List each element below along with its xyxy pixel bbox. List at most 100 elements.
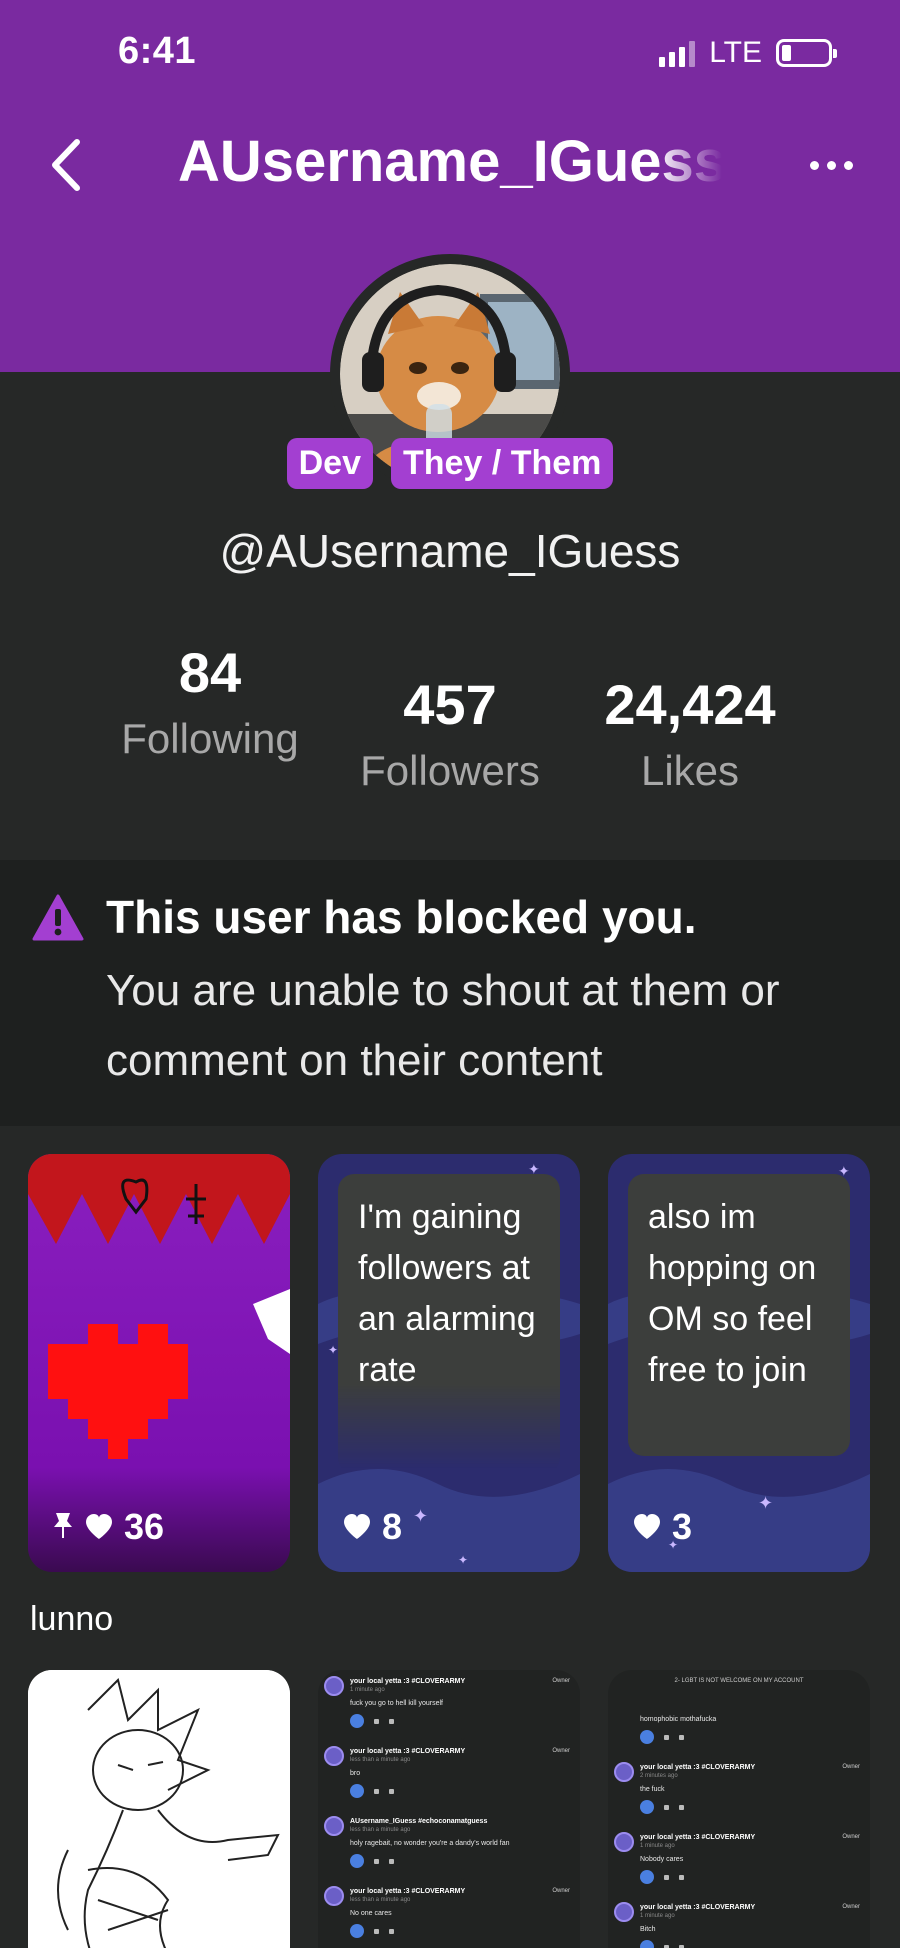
following-label: Following xyxy=(121,715,299,762)
chat-row: AUsername_IGuess #echoconamatguess less t… xyxy=(318,1816,580,1886)
chat-username: your local yetta :3 #CLOVERARMY xyxy=(640,1764,756,1771)
shout-text: I'm gaining followers at an alarming rat… xyxy=(358,1198,536,1389)
chat-row: homophobic mothafucka xyxy=(608,1692,870,1762)
followers-label: Followers xyxy=(360,747,540,794)
share-icon xyxy=(679,1734,684,1740)
chat-owner-tag: Owner xyxy=(842,1834,860,1840)
network-type: LTE xyxy=(709,36,762,69)
chat-username: AUsername_IGuess #echoconamatguess xyxy=(350,1818,488,1825)
following-count: 84 xyxy=(178,641,242,704)
chat-avatar xyxy=(324,1746,344,1766)
post-tile-sketch[interactable] xyxy=(28,1670,290,1948)
svg-text:✦: ✦ xyxy=(328,1343,338,1357)
chat-owner-tag: Owner xyxy=(842,1904,860,1910)
status-indicators: LTE xyxy=(659,36,837,70)
chat-username: your local yetta :3 #CLOVERARMY xyxy=(640,1834,756,1841)
chat-actions xyxy=(350,1784,394,1798)
like-icon xyxy=(350,1784,364,1798)
share-icon xyxy=(389,1928,394,1934)
chat-row: your local yetta :3 #CLOVERARMY 1 minute … xyxy=(608,1902,870,1948)
svg-text:✦: ✦ xyxy=(458,1553,468,1567)
share-icon xyxy=(679,1804,684,1810)
chat-row: your local yetta :3 #CLOVERARMY less than… xyxy=(318,1746,580,1816)
comment-icon xyxy=(664,1734,669,1740)
chat-actions xyxy=(640,1940,684,1948)
profile-badges: Dev They / Them xyxy=(0,438,900,489)
chat-actions xyxy=(350,1714,394,1728)
chat-avatar xyxy=(614,1762,634,1782)
battery-icon xyxy=(776,39,837,67)
comment-icon xyxy=(664,1874,669,1880)
share-icon xyxy=(389,1718,394,1724)
chat-username: your local yetta :3 #CLOVERARMY xyxy=(350,1748,466,1755)
more-dots-icon xyxy=(809,160,819,170)
chat-row: your local yetta :3 #CLOVERARMY 2 minutes… xyxy=(608,1762,870,1832)
chat-timestamp: 1 minute ago xyxy=(350,1687,385,1693)
chat-message: homophobic mothafucka xyxy=(640,1716,717,1723)
like-icon xyxy=(350,1924,364,1938)
more-options-button[interactable] xyxy=(796,140,866,190)
chat-username: your local yetta :3 #CLOVERARMY xyxy=(350,1888,466,1895)
likes-count: 24,424 xyxy=(604,673,776,736)
pin-icon xyxy=(52,1506,74,1548)
post-like-count: 8 xyxy=(342,1506,402,1548)
chat-actions xyxy=(640,1870,684,1884)
post-like-count: 3 xyxy=(632,1506,692,1548)
signal-icon xyxy=(659,39,696,67)
post-tile-shout[interactable]: ✦ ✦ ✦ ✦ I'm gaining followers at an alar… xyxy=(318,1154,580,1572)
svg-text:✦: ✦ xyxy=(413,1506,428,1526)
chat-avatar xyxy=(614,1832,634,1852)
post-tile-heart[interactable]: 36 xyxy=(28,1154,290,1572)
chat-avatar xyxy=(324,1886,344,1906)
chat-username: your local yetta :3 #CLOVERARMY xyxy=(640,1904,756,1911)
chat-actions xyxy=(350,1924,394,1938)
stat-likes: 24,424 Likes xyxy=(580,672,800,805)
like-icon xyxy=(640,1800,654,1814)
chat-avatar xyxy=(614,1902,634,1922)
chevron-left-icon xyxy=(52,139,80,191)
chat-message: No one cares xyxy=(350,1910,392,1917)
stat-followers[interactable]: 457 Followers xyxy=(340,672,560,805)
blocked-message: You are unable to shout at them or comme… xyxy=(106,966,780,1085)
post-like-count: 36 xyxy=(52,1506,164,1548)
shout-text-card: also im hopping on OM so feel free to jo… xyxy=(628,1174,850,1456)
like-icon xyxy=(640,1940,654,1948)
chat-timestamp: 2 minutes ago xyxy=(640,1773,678,1779)
share-icon xyxy=(679,1944,684,1948)
badge-pronouns: They / Them xyxy=(391,438,614,489)
chat-message: Nobody cares xyxy=(640,1856,684,1863)
like-icon xyxy=(350,1854,364,1868)
comment-icon xyxy=(374,1788,379,1794)
share-icon xyxy=(389,1858,394,1864)
like-icon xyxy=(640,1870,654,1884)
chat-row: your local yetta :3 #CLOVERARMY less than… xyxy=(318,1886,580,1948)
chat-message: holy ragebait, no wonder you're a dandy'… xyxy=(350,1840,510,1847)
comment-icon xyxy=(374,1928,379,1934)
chat-timestamp: 1 minute ago xyxy=(640,1913,675,1919)
share-icon xyxy=(389,1788,394,1794)
like-icon xyxy=(640,1730,654,1744)
stat-following[interactable]: 84 Following xyxy=(105,640,315,773)
share-icon xyxy=(679,1874,684,1880)
svg-text:✦: ✦ xyxy=(758,1493,773,1513)
chat-timestamp: less than a minute ago xyxy=(350,1827,411,1833)
chat-owner-tag: Owner xyxy=(842,1764,860,1770)
chat-timestamp: less than a minute ago xyxy=(350,1757,411,1763)
chat-row: your local yetta :3 #CLOVERARMY 1 minute … xyxy=(608,1832,870,1902)
chat-owner-tag: Owner xyxy=(552,1748,570,1754)
user-handle: @AUsername_IGuess xyxy=(219,525,681,577)
chat-avatar xyxy=(324,1816,344,1836)
status-time: 6:41 xyxy=(118,30,197,72)
back-button[interactable] xyxy=(40,130,90,200)
post-tile-shout[interactable]: ✦ ✦ ✦ also im hopping on OM so feel free… xyxy=(608,1154,870,1572)
comment-icon xyxy=(664,1804,669,1810)
post-tile-screenshot[interactable]: 2- LGBT IS NOT WELCOME ON MY ACCOUNT hom… xyxy=(608,1670,870,1948)
likes-label: Likes xyxy=(640,747,740,794)
post-tile-screenshot[interactable]: your local yetta :3 #CLOVERARMY 1 minute … xyxy=(318,1670,580,1948)
chat-username: your local yetta :3 #CLOVERARMY xyxy=(350,1678,466,1685)
chat-message: Bitch xyxy=(640,1926,656,1933)
badge-role: Dev xyxy=(286,438,373,489)
comment-icon xyxy=(664,1944,669,1948)
sketch-drawing-image xyxy=(28,1670,290,1948)
screenshot-header: 2- LGBT IS NOT WELCOME ON MY ACCOUNT xyxy=(674,1678,804,1684)
